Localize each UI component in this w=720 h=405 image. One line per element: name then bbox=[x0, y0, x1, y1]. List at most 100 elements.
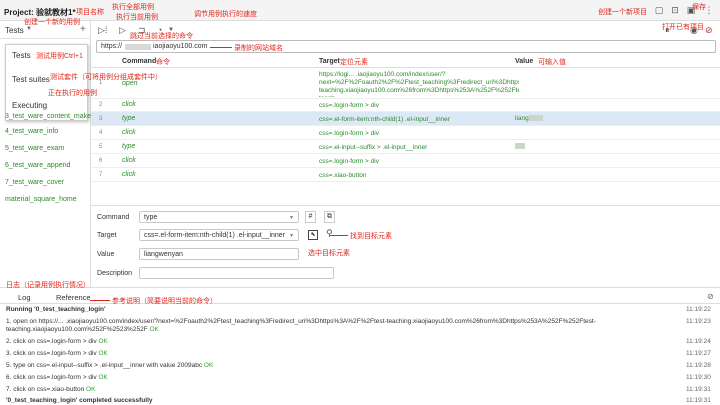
target-input-value: css=.el-form-item:nth-child(1) .el-input… bbox=[144, 232, 286, 239]
row-command: type bbox=[122, 143, 136, 150]
run-all-icon[interactable]: ▷⁞ bbox=[98, 25, 107, 36]
annotation-run-all: 执行全部用例 bbox=[112, 4, 154, 11]
find-target-icon[interactable]: ⚲ bbox=[326, 228, 333, 239]
add-test-icon[interactable]: + bbox=[80, 24, 86, 35]
annotation-locate: 定位元素 bbox=[340, 59, 368, 66]
table-row-selected[interactable]: 3 type css=.el-form-item:nth-child(1) .e… bbox=[91, 112, 720, 126]
log-line-text: 5. type on css=.el-input--suffix > .el-i… bbox=[6, 362, 203, 369]
log-completed: '0_test_teaching_login' completed succes… bbox=[6, 397, 153, 404]
table-row[interactable]: 1 open https://logi... .iaojiaoyu100.com… bbox=[91, 69, 720, 99]
log-line-text: 1. open on https://... .xiaojiaoyu100.co… bbox=[6, 318, 596, 333]
description-label: Description bbox=[97, 270, 133, 277]
value-label: Value bbox=[97, 251, 115, 258]
chevron-down-icon: ▼ bbox=[289, 233, 294, 239]
row-value-text: liang bbox=[515, 115, 529, 122]
row-command: click bbox=[122, 129, 136, 136]
tests-dropdown[interactable]: Tests bbox=[5, 26, 24, 35]
annotation-new-project: 创建一个新项目 bbox=[598, 9, 647, 16]
annotation-reference: 参考说明（简要说明当前的命令） bbox=[112, 298, 217, 305]
test-item[interactable]: 7_test_ware_cover bbox=[5, 179, 64, 186]
annotation-run-current: 执行当前用例 bbox=[116, 14, 158, 21]
annotation-arrow bbox=[210, 47, 232, 48]
test-item[interactable]: 6_test_ware_append bbox=[5, 162, 70, 169]
log-ok: OK bbox=[98, 350, 108, 357]
annotation-arrow bbox=[90, 300, 110, 301]
target-label: Target bbox=[97, 232, 117, 239]
row-target: css=.login-form > div bbox=[319, 102, 379, 109]
table-row[interactable]: 2 click css=.login-form > div bbox=[91, 99, 720, 112]
row-command: click bbox=[122, 157, 136, 164]
log-time: 11:19:31 bbox=[686, 397, 711, 404]
log-time: 11:19:30 bbox=[686, 374, 711, 381]
row-number: 2 bbox=[99, 102, 103, 108]
dropdown-item-executing[interactable]: Executing bbox=[12, 101, 47, 110]
log-line-text: 7. click on css=.xiao-button bbox=[6, 386, 85, 393]
log-line: 3. click on css=.login-form > div OK bbox=[6, 350, 646, 358]
command-input-value: type bbox=[144, 214, 158, 221]
test-item[interactable]: 4_test_ware_info bbox=[5, 128, 58, 135]
clear-log-icon[interactable]: ⊘ bbox=[707, 292, 714, 301]
annotation-arrow bbox=[330, 235, 348, 236]
command-editor: Command type ▼ # ⧉ Target css=.el-form-i… bbox=[91, 205, 720, 287]
annotation-log: 日志（记录用例执行情况） bbox=[6, 282, 90, 289]
log-tabs: Log Reference ⊘ bbox=[0, 291, 720, 304]
row-number: 4 bbox=[99, 130, 103, 136]
value-input[interactable]: liangwenyan bbox=[139, 248, 299, 260]
row-number: 5 bbox=[99, 144, 103, 150]
test-item[interactable]: 3_test_ware_content_make bbox=[5, 113, 91, 120]
project-name[interactable]: 验就教材1* bbox=[36, 8, 76, 17]
command-label: Command bbox=[97, 214, 130, 221]
annotation-save: 保存 bbox=[692, 4, 706, 11]
row-value: liang bbox=[515, 115, 543, 122]
log-ok: OK bbox=[203, 362, 214, 369]
test-item[interactable]: 5_test_ware_exam bbox=[5, 145, 64, 152]
blurred-value bbox=[515, 143, 525, 150]
annotation-test-suites: 测试套件（可将用例分组成套件中） bbox=[50, 74, 162, 81]
select-target-icon[interactable]: ⬉ bbox=[308, 230, 318, 240]
row-number: 3 bbox=[99, 116, 103, 122]
column-header-command: Command bbox=[122, 58, 157, 65]
value-input-value: liangwenyan bbox=[144, 251, 183, 258]
column-header-target: Target bbox=[319, 58, 340, 65]
log-ok: OK bbox=[98, 338, 108, 345]
comment-button[interactable]: # bbox=[305, 211, 316, 223]
blurred-url-segment bbox=[125, 44, 151, 50]
table-row[interactable]: 6 click css=.login-form > div bbox=[91, 154, 720, 168]
new-project-icon[interactable]: ▢ bbox=[654, 6, 664, 15]
row-number: 6 bbox=[99, 158, 103, 164]
table-row[interactable]: 4 click css=.login-form > div bbox=[91, 126, 720, 140]
project-label: Project: bbox=[4, 8, 34, 17]
run-current-icon[interactable]: ▷ bbox=[119, 25, 126, 36]
table-row[interactable]: 7 click css=.xiao-button bbox=[91, 168, 720, 182]
command-input[interactable]: type ▼ bbox=[139, 211, 299, 223]
log-line: 6. click on css=.login-form > div OK bbox=[6, 374, 646, 382]
open-docs-icon[interactable]: ⧉ bbox=[324, 211, 335, 223]
stop-record-icon[interactable]: ⊘ bbox=[705, 25, 713, 36]
annotation-new-case: 创建一个新的用例 bbox=[24, 19, 80, 26]
target-input[interactable]: css=.el-form-item:nth-child(1) .el-input… bbox=[139, 229, 299, 241]
base-url-field[interactable]: https:// iaojiaoyu100.com bbox=[96, 40, 716, 53]
log-ok: OK bbox=[86, 386, 96, 393]
row-target: https://logi... .iaojiaoyu100.com/index/… bbox=[319, 71, 519, 97]
base-url-prefix: https:// bbox=[101, 43, 123, 50]
table-row[interactable]: 5 type css=.el-input--suffix > .el-input… bbox=[91, 140, 720, 154]
open-project-icon[interactable]: ⊡ bbox=[670, 6, 680, 15]
annotation-find-target: 找到目标元素 bbox=[350, 233, 392, 240]
log-running: Running '0_test_teaching_login' bbox=[6, 306, 106, 313]
tab-reference[interactable]: Reference bbox=[56, 293, 91, 302]
log-panel: Log Reference ⊘ Running '0_test_teaching… bbox=[0, 287, 720, 405]
column-header-value: Value bbox=[515, 58, 534, 65]
annotation-open-project: 打开已有项目 bbox=[662, 24, 704, 31]
command-table: Command Target Value 1 open https://logi… bbox=[91, 55, 720, 205]
log-line-text: 2. click on css=.login-form > div bbox=[6, 338, 97, 345]
annotation-recorded-domain: 录制的网站域名 bbox=[234, 45, 283, 52]
row-command: type bbox=[122, 115, 136, 122]
log-line: 2. click on css=.login-form > div OK bbox=[6, 338, 646, 346]
test-item[interactable]: material_square_home bbox=[5, 196, 77, 203]
tab-log[interactable]: Log bbox=[18, 293, 31, 302]
description-input[interactable] bbox=[139, 267, 334, 279]
dropdown-item-test-suites[interactable]: Test suites bbox=[12, 75, 50, 84]
row-command: click bbox=[122, 171, 136, 178]
dropdown-item-tests[interactable]: Tests bbox=[12, 51, 31, 60]
row-number: 7 bbox=[99, 172, 103, 178]
